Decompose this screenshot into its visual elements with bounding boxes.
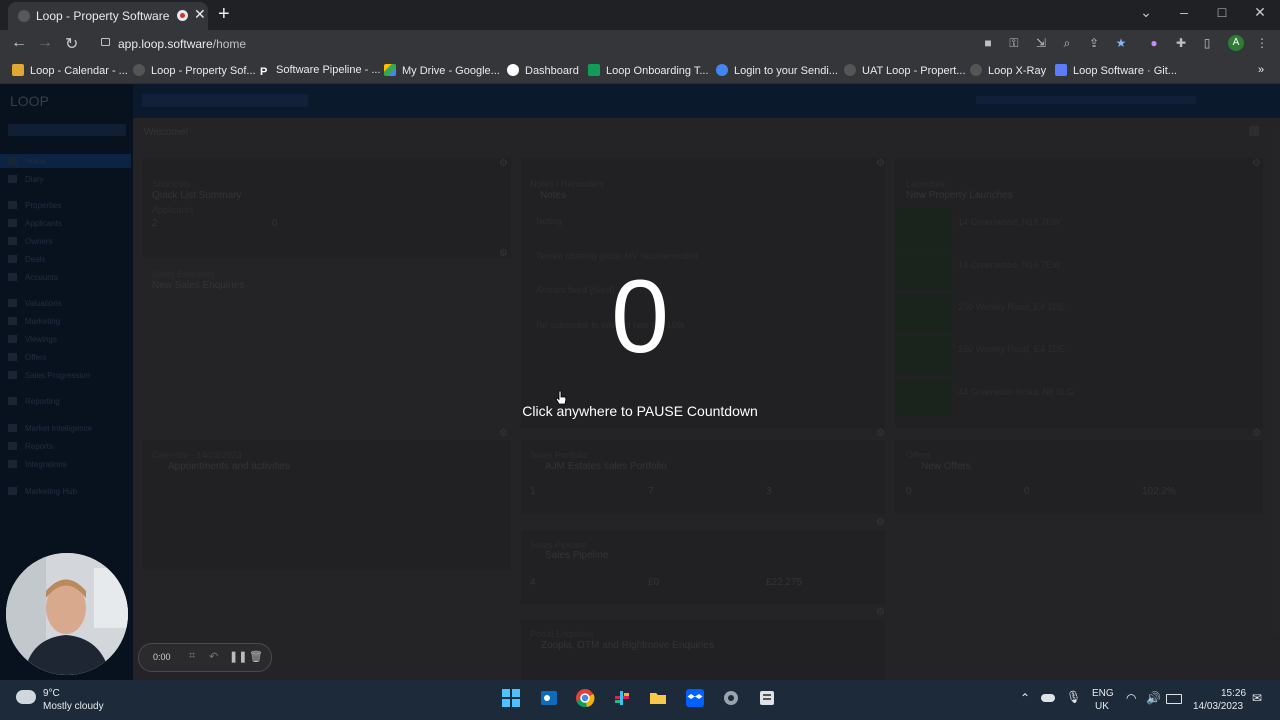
camera-icon[interactable]: ■ bbox=[982, 37, 994, 49]
profile-avatar[interactable]: A bbox=[1228, 35, 1244, 51]
bookmark-item[interactable]: Loop - Calendar - ... bbox=[12, 64, 128, 77]
bookmark-label: My Drive - Google... bbox=[402, 65, 500, 77]
bookmark-label: Loop X-Ray bbox=[988, 65, 1047, 77]
key-icon[interactable]: ⚿ bbox=[1008, 37, 1020, 49]
app-icon[interactable] bbox=[756, 688, 778, 710]
bookmark-label: UAT Loop - Propert... bbox=[862, 65, 966, 77]
clock-time[interactable]: 15:26 bbox=[1221, 688, 1246, 699]
bookmark-item[interactable]: My Drive - Google... bbox=[384, 64, 500, 77]
chevron-up-icon[interactable]: ⌃ bbox=[1020, 691, 1030, 705]
region-code[interactable]: UK bbox=[1095, 701, 1109, 712]
menu-icon[interactable]: ⋮ bbox=[1256, 37, 1268, 49]
url-path: /home bbox=[212, 37, 247, 51]
loop-favicon-icon bbox=[18, 10, 30, 22]
bookmark-label: Loop Software · Git... bbox=[1073, 65, 1177, 77]
extensions-icon[interactable]: ✚ bbox=[1175, 37, 1187, 49]
bookmark-item[interactable]: Dashboard bbox=[507, 64, 579, 77]
active-tab[interactable]: Loop - Property Software ✕ bbox=[8, 2, 208, 30]
recording-time: 0:00 bbox=[153, 652, 171, 662]
tab-title: Loop - Property Software bbox=[36, 9, 170, 23]
install-icon[interactable]: ⇲ bbox=[1035, 37, 1047, 49]
url-text: app.loop.software/home bbox=[118, 37, 246, 51]
stack-icon bbox=[1055, 64, 1067, 76]
countdown-number: 0 bbox=[611, 259, 669, 375]
minimize-button[interactable]: – bbox=[1171, 4, 1197, 20]
settings-icon[interactable] bbox=[720, 688, 742, 710]
zoom-icon[interactable]: ⌕ bbox=[1061, 37, 1073, 49]
weather-temp[interactable]: 9°C bbox=[43, 688, 60, 699]
loop-icon bbox=[12, 64, 24, 76]
taskbar bbox=[0, 680, 1280, 720]
loop-icon bbox=[133, 64, 145, 76]
bookmark-item[interactable]: Login to your Sendi... bbox=[716, 64, 838, 77]
slack-icon[interactable] bbox=[611, 688, 633, 710]
url-domain: app.loop.software bbox=[118, 37, 213, 51]
webcam-bubble[interactable] bbox=[6, 553, 128, 675]
side-panel-icon[interactable]: ▯ bbox=[1201, 37, 1213, 49]
share-icon[interactable]: ⇪ bbox=[1088, 37, 1100, 49]
bookmark-item[interactable]: UAT Loop - Propert... bbox=[844, 64, 966, 77]
onedrive-icon[interactable] bbox=[1041, 694, 1055, 702]
bookmark-label: Loop Onboarding T... bbox=[606, 65, 709, 77]
undo-icon[interactable]: ↶ bbox=[209, 650, 218, 663]
back-icon[interactable]: ← bbox=[11, 34, 27, 52]
outlook-icon[interactable] bbox=[538, 688, 560, 710]
forward-icon[interactable]: → bbox=[37, 34, 53, 52]
clock-date[interactable]: 14/03/2023 bbox=[1193, 701, 1243, 712]
draw-icon[interactable]: ⌗ bbox=[189, 650, 195, 663]
dropbox-icon[interactable] bbox=[684, 688, 706, 710]
p-icon: P bbox=[260, 66, 268, 78]
loop-icon bbox=[844, 64, 856, 76]
start-icon[interactable] bbox=[500, 688, 522, 710]
maximize-button[interactable]: □ bbox=[1209, 4, 1235, 20]
reload-icon[interactable]: ↻ bbox=[65, 34, 78, 54]
extension-loom-icon[interactable]: ● bbox=[1148, 37, 1160, 49]
more-bookmarks-icon[interactable]: » bbox=[1258, 64, 1264, 76]
bookmark-item[interactable]: Loop Software · Git... bbox=[1055, 64, 1177, 77]
globe-icon bbox=[716, 64, 728, 76]
recording-icon bbox=[177, 10, 188, 21]
new-tab-button[interactable]: + bbox=[218, 4, 230, 24]
weather-desc[interactable]: Mostly cloudy bbox=[43, 701, 104, 712]
presenter-image bbox=[6, 553, 128, 675]
language-code[interactable]: ENG bbox=[1092, 688, 1114, 699]
windows-logo-icon bbox=[502, 689, 520, 707]
wifi-icon[interactable]: ◠ bbox=[1126, 691, 1136, 705]
weather-cloud-icon[interactable] bbox=[16, 690, 36, 704]
volume-icon[interactable]: 🔊 bbox=[1146, 691, 1161, 705]
bookmark-label: Dashboard bbox=[525, 65, 579, 77]
bookmark-item[interactable]: P Software Pipeline - ... bbox=[260, 64, 381, 78]
pause-icon[interactable]: ❚❚ bbox=[229, 650, 247, 663]
bookmark-item[interactable]: Loop Onboarding T... bbox=[588, 64, 709, 77]
chrome-icon[interactable] bbox=[574, 688, 596, 710]
countdown-overlay[interactable] bbox=[0, 84, 1280, 680]
hand-cursor-icon bbox=[555, 390, 567, 405]
notification-icon[interactable]: ✉ bbox=[1252, 691, 1262, 705]
pause-countdown-text[interactable]: Click anywhere to PAUSE Countdown bbox=[440, 403, 840, 419]
bookmark-item[interactable]: Loop - Property Sof... bbox=[133, 64, 256, 77]
plus-icon bbox=[588, 64, 600, 76]
close-tab-icon[interactable]: ✕ bbox=[194, 6, 206, 23]
drive-icon bbox=[384, 64, 396, 76]
bookmark-label: Loop - Property Sof... bbox=[151, 65, 256, 77]
battery-icon[interactable] bbox=[1166, 694, 1182, 704]
bookmark-star-icon[interactable]: ★ bbox=[1115, 37, 1127, 49]
tab-search-icon[interactable]: ⌄ bbox=[1133, 4, 1159, 21]
bookmark-label: Software Pipeline - ... bbox=[276, 64, 381, 76]
bookmark-label: Login to your Sendi... bbox=[734, 65, 838, 77]
address-bar[interactable]: app.loop.software/home bbox=[95, 33, 975, 55]
loop-icon bbox=[970, 64, 982, 76]
close-window-button[interactable]: ✕ bbox=[1247, 4, 1273, 21]
microphone-icon[interactable]: 🎙 bbox=[1066, 690, 1081, 704]
lock-icon bbox=[101, 38, 110, 46]
google-icon bbox=[507, 64, 519, 76]
trash-icon[interactable]: 🗑 bbox=[249, 650, 263, 663]
bookmark-label: Loop - Calendar - ... bbox=[30, 65, 128, 77]
bookmark-item[interactable]: Loop X-Ray bbox=[970, 64, 1046, 77]
file-explorer-icon[interactable] bbox=[647, 688, 669, 710]
recording-controls: 0:00 ⌗ ↶ ❚❚ 🗑 bbox=[138, 643, 272, 672]
